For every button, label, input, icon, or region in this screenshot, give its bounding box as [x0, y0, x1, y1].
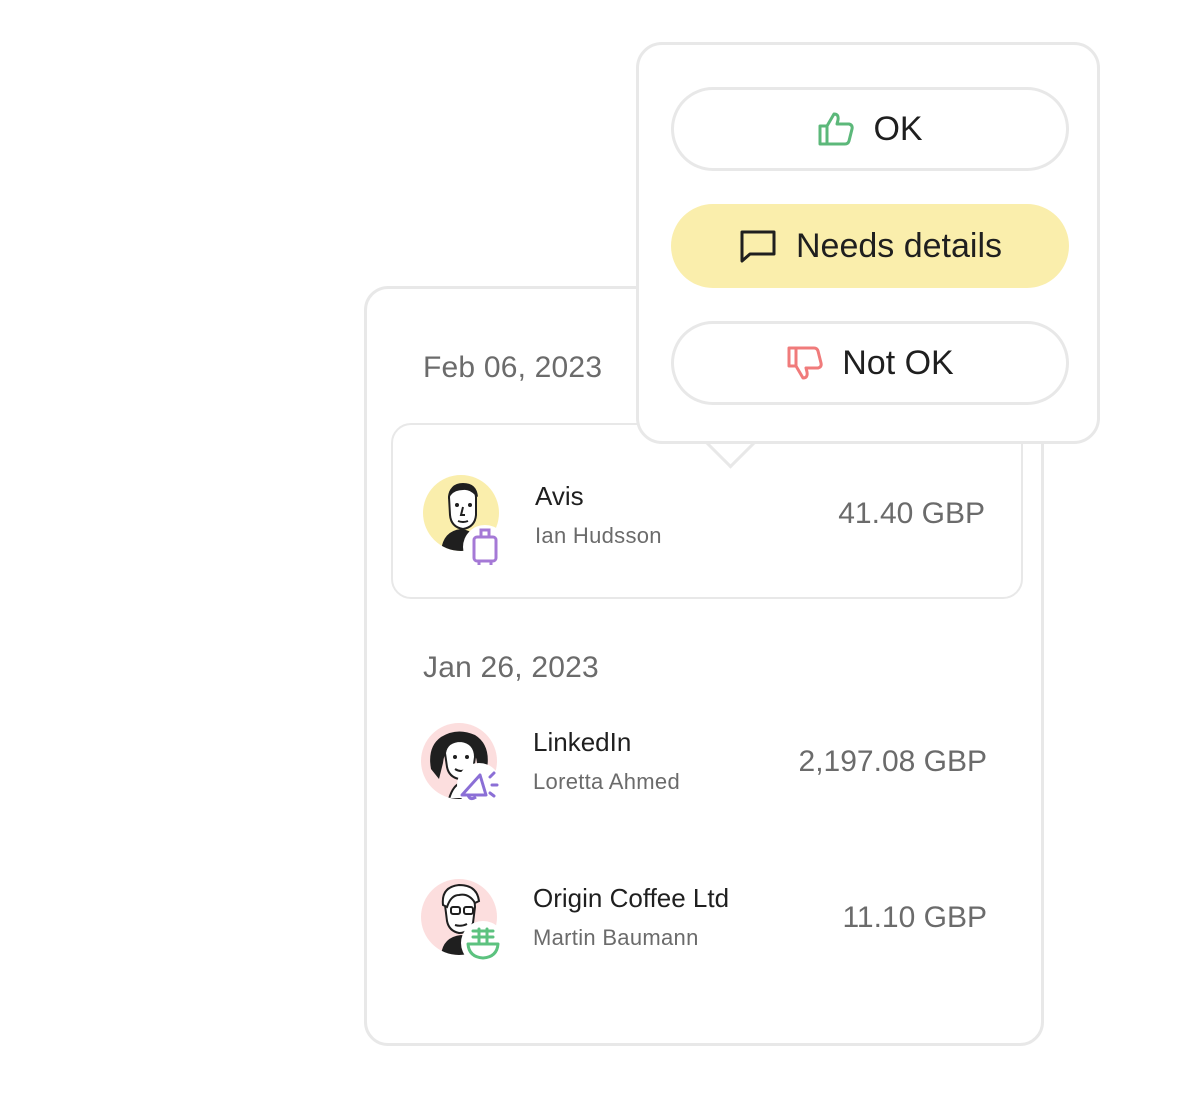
expense-amount: 11.10 GBP — [842, 901, 987, 934]
date-header: Jan 26, 2023 — [423, 651, 599, 684]
needs-details-button[interactable]: Needs details — [671, 204, 1069, 288]
employee-name: Ian Hudsson — [535, 523, 662, 548]
merchant-name: LinkedIn — [533, 727, 632, 757]
employee-name: Loretta Ahmed — [533, 769, 680, 794]
expense-row-linkedin[interactable]: LinkedIn Loretta Ahmed 2,197.08 GBP — [391, 689, 1023, 865]
review-popover: OK Needs details Not OK — [636, 42, 1100, 444]
needs-details-label: Needs details — [795, 226, 1002, 265]
expense-row-origin-coffee[interactable]: Origin Coffee Ltd Martin Baumann 11.10 G… — [391, 845, 1023, 1021]
expense-row-avis[interactable]: Avis Ian Hudsson 41.40 GBP — [391, 423, 1023, 599]
megaphone-icon — [457, 763, 501, 807]
date-header: Feb 06, 2023 — [423, 351, 603, 384]
expense-amount: 41.40 GBP — [838, 497, 985, 530]
thumbs-up-icon — [818, 112, 855, 146]
speech-bubble-icon — [740, 230, 776, 263]
ok-label: OK — [873, 109, 923, 148]
not-ok-label: Not OK — [842, 343, 954, 382]
expense-amount: 2,197.08 GBP — [798, 745, 987, 778]
ok-button[interactable]: OK — [671, 87, 1069, 171]
merchant-name: Origin Coffee Ltd — [533, 883, 730, 913]
employee-name: Martin Baumann — [533, 925, 699, 950]
not-ok-button[interactable]: Not OK — [671, 321, 1069, 405]
luggage-icon — [463, 525, 507, 569]
thumbs-down-icon — [787, 346, 823, 380]
merchant-name: Avis — [535, 481, 584, 511]
food-bowl-icon — [461, 921, 505, 965]
